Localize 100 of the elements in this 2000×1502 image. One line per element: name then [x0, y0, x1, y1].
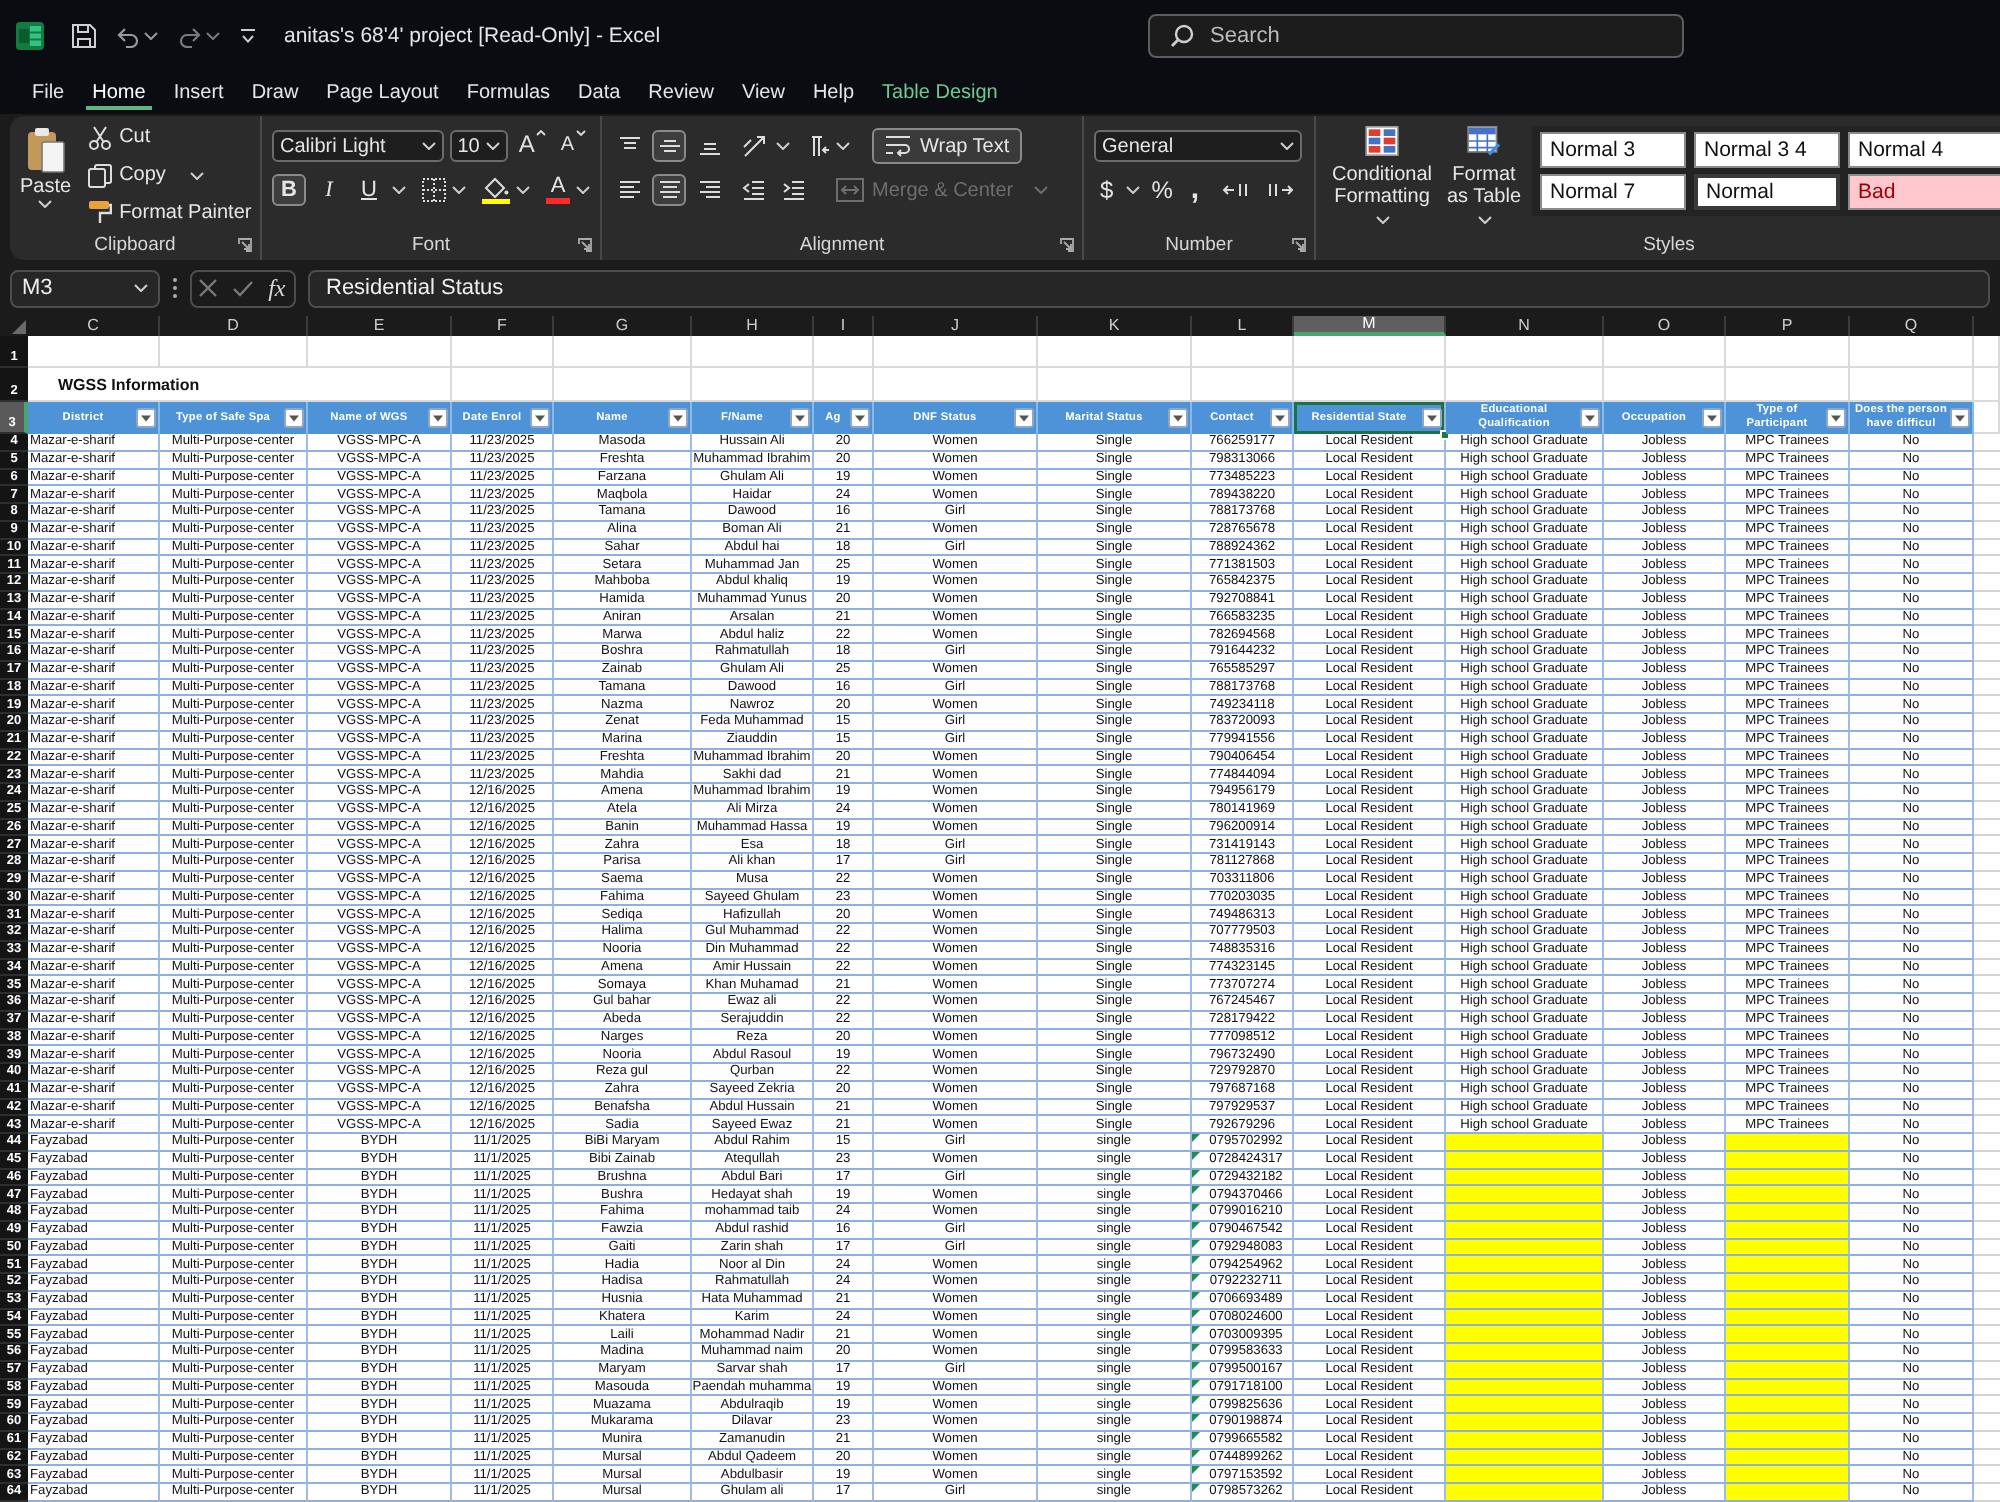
- column-header[interactable]: Q: [1850, 316, 1974, 336]
- dialog-launcher-icon[interactable]: [238, 238, 252, 252]
- column-header[interactable]: E: [308, 316, 452, 336]
- caret-icon: [486, 142, 501, 150]
- menu-tab[interactable]: Help: [806, 77, 861, 109]
- filter-dropdown-icon[interactable]: [136, 408, 156, 428]
- column-header[interactable]: N: [1446, 316, 1604, 336]
- menu-tab[interactable]: Table Design: [876, 77, 1004, 109]
- column-header[interactable]: K: [1038, 316, 1192, 336]
- caret-icon: [1477, 216, 1491, 224]
- dialog-launcher-icon[interactable]: [1060, 238, 1074, 252]
- column-header[interactable]: O: [1604, 316, 1726, 336]
- menu-tab[interactable]: Insert: [167, 77, 230, 109]
- wrap-text-button[interactable]: Wrap Text: [872, 128, 1022, 164]
- filter-dropdown-icon[interactable]: [668, 408, 688, 428]
- empty-cell: [1192, 336, 1294, 368]
- column-header[interactable]: G: [554, 316, 692, 336]
- menu-tab[interactable]: Draw: [245, 77, 305, 109]
- grow-font-button[interactable]: A: [514, 130, 551, 162]
- group-label: Number: [1165, 234, 1233, 256]
- more-options-icon[interactable]: [172, 276, 178, 300]
- conditional-formatting-button[interactable]: Conditional Formatting: [1326, 126, 1438, 230]
- paint-bucket-icon[interactable]: [482, 176, 510, 204]
- borders-icon[interactable]: [422, 178, 446, 202]
- font-color-button[interactable]: A: [546, 176, 570, 204]
- cell-style-tile[interactable]: Normal 4: [1848, 132, 2000, 168]
- customize-toolbar-icon[interactable]: [240, 28, 256, 44]
- app-logo-icon: [16, 22, 44, 50]
- filter-dropdown-icon[interactable]: [428, 408, 448, 428]
- filter-dropdown-icon[interactable]: [284, 408, 304, 428]
- dialog-launcher-icon[interactable]: [1292, 238, 1306, 252]
- filter-dropdown-icon[interactable]: [1580, 408, 1600, 428]
- column-header[interactable]: I: [814, 316, 874, 336]
- menu-tab[interactable]: Formulas: [460, 77, 557, 109]
- comma-style-button[interactable]: ,: [1184, 174, 1206, 206]
- number-format-dropdown[interactable]: General: [1094, 130, 1302, 162]
- filter-dropdown-icon[interactable]: [1168, 408, 1188, 428]
- insert-function-button[interactable]: fx: [266, 273, 288, 303]
- filter-dropdown-icon[interactable]: [1826, 408, 1846, 428]
- filter-dropdown-icon[interactable]: [790, 408, 810, 428]
- column-header[interactable]: P: [1726, 316, 1850, 336]
- name-box[interactable]: M3: [10, 269, 160, 307]
- increase-indent-icon[interactable]: [782, 180, 806, 200]
- decrease-indent-icon[interactable]: [742, 180, 766, 200]
- caret-icon[interactable]: [206, 32, 220, 40]
- column-header[interactable]: J: [874, 316, 1038, 336]
- column-header[interactable]: D: [160, 316, 308, 336]
- menu-tab[interactable]: Home: [86, 77, 152, 109]
- cut-button[interactable]: Cut: [83, 120, 256, 156]
- checkmark-icon[interactable]: [231, 279, 254, 297]
- filter-dropdown-icon[interactable]: [850, 408, 870, 428]
- align-left-icon: [617, 180, 641, 200]
- filter-dropdown-icon[interactable]: [1702, 408, 1722, 428]
- cell-style-tile[interactable]: Normal 3 4: [1694, 132, 1840, 168]
- filter-dropdown-icon[interactable]: [1270, 408, 1290, 428]
- menu-tab[interactable]: View: [735, 77, 791, 109]
- format-painter-button[interactable]: Format Painter: [83, 194, 256, 231]
- font-name-dropdown[interactable]: Calibri Light: [272, 130, 444, 162]
- save-icon[interactable]: [72, 24, 96, 48]
- formula-field[interactable]: Residential Status: [308, 269, 1990, 307]
- shrink-font-button[interactable]: A: [556, 130, 590, 162]
- cell-style-tile[interactable]: Normal: [1694, 174, 1840, 210]
- column-header[interactable]: M: [1294, 316, 1446, 336]
- filter-dropdown-icon[interactable]: [530, 408, 550, 428]
- undo-icon[interactable]: [116, 25, 140, 47]
- column-header[interactable]: F: [452, 316, 554, 336]
- redo-icon[interactable]: [178, 25, 202, 47]
- filter-dropdown-icon[interactable]: [1422, 408, 1442, 428]
- filter-dropdown-icon[interactable]: [1950, 408, 1970, 428]
- column-header[interactable]: H: [692, 316, 814, 336]
- currency-button[interactable]: $: [1094, 174, 1120, 206]
- underline-button[interactable]: U: [352, 174, 386, 206]
- format-as-table-button[interactable]: Format as Table: [1442, 126, 1526, 230]
- cell-style-tile[interactable]: Normal 7: [1540, 174, 1686, 210]
- cell-style-tile[interactable]: Bad: [1848, 174, 2000, 210]
- text-orientation-icon[interactable]: [742, 134, 770, 158]
- text-direction-icon[interactable]: [806, 134, 830, 158]
- copy-button[interactable]: Copy: [83, 157, 256, 193]
- bold-button[interactable]: B: [272, 174, 306, 206]
- empty-cell: [692, 336, 814, 368]
- increase-decimal-icon[interactable]: [1221, 180, 1250, 200]
- filter-dropdown-icon[interactable]: [1014, 408, 1034, 428]
- menu-tab[interactable]: Page Layout: [320, 77, 445, 109]
- font-size-dropdown[interactable]: 10: [449, 130, 509, 162]
- menu-tab[interactable]: File: [26, 77, 71, 109]
- menu-tab[interactable]: Data: [572, 77, 627, 109]
- menu-tab[interactable]: Review: [642, 77, 720, 109]
- caret-icon[interactable]: [144, 32, 158, 40]
- italic-button[interactable]: I: [312, 174, 346, 206]
- cell-style-tile[interactable]: Normal 3: [1540, 132, 1686, 168]
- dialog-launcher-icon[interactable]: [578, 238, 592, 252]
- align-middle-button[interactable]: [652, 130, 686, 162]
- cancel-icon[interactable]: [198, 278, 219, 298]
- group-label: Styles: [1643, 234, 1695, 256]
- align-center-button[interactable]: [652, 174, 686, 206]
- search-field[interactable]: Search: [1148, 14, 1684, 58]
- decrease-decimal-icon[interactable]: [1265, 180, 1294, 200]
- percent-button[interactable]: %: [1145, 174, 1179, 206]
- paste-button[interactable]: Paste: [20, 126, 72, 230]
- column-header[interactable]: C: [28, 316, 160, 336]
